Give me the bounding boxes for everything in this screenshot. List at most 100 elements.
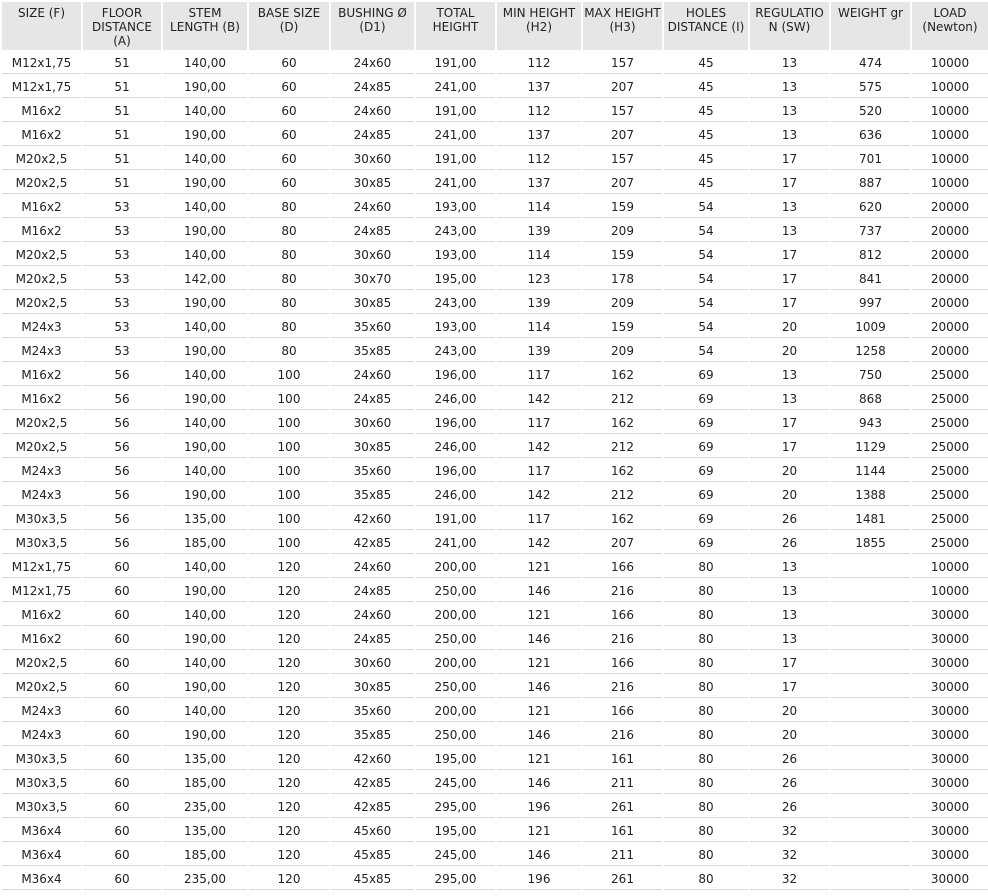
cell-stem-length: 135,00 (163, 508, 247, 530)
table-row: M30x3,5 60 235,00 120 42x85 295,00 196 261 80 26 3… (2, 796, 988, 818)
cell-base-size: 120 (249, 580, 329, 602)
cell-holes-distance: 69 (664, 388, 748, 410)
cell-weight: 868 (831, 388, 910, 410)
cell-load: 10000 (912, 556, 988, 578)
cell-min-height: 142 (497, 388, 581, 410)
cell-size: M20x2,5 (2, 148, 81, 170)
cell-load: 25000 (912, 388, 988, 410)
cell-bushing: 30x60 (331, 652, 414, 674)
cell-holes-distance: 54 (664, 268, 748, 290)
cell-floor-distance: 60 (83, 700, 161, 722)
cell-base-size: 120 (249, 604, 329, 626)
cell-weight: 1855 (831, 532, 910, 554)
cell-size: M24x3 (2, 700, 81, 722)
cell-load: 25000 (912, 412, 988, 434)
cell-min-height: 142 (497, 436, 581, 458)
cell-stem-length: 185,00 (163, 772, 247, 794)
cell-bushing: 35x60 (331, 700, 414, 722)
cell-max-height: 209 (583, 340, 662, 362)
cell-bushing: 42x60 (331, 508, 414, 530)
cell-total-height: 191,00 (416, 148, 495, 170)
cell-max-height: 209 (583, 292, 662, 314)
cell-total-height: 245,00 (416, 844, 495, 866)
cell-regulation: 32 (750, 820, 829, 842)
cell-total-height: 250,00 (416, 724, 495, 746)
cell-regulation: 17 (750, 436, 829, 458)
cell-weight (831, 604, 910, 626)
cell-weight (831, 628, 910, 650)
header-base-size: BASE SIZE (D) (249, 2, 329, 50)
cell-holes-distance: 80 (664, 580, 748, 602)
cell-load: 25000 (912, 532, 988, 554)
cell-floor-distance: 56 (83, 388, 161, 410)
table-row: M12x1,75 51 190,00 60 24x85 241,00 137 207 45 13 5… (2, 76, 988, 98)
cell-total-height: 196,00 (416, 364, 495, 386)
cell-stem-length: 140,00 (163, 700, 247, 722)
cell-regulation: 20 (750, 484, 829, 506)
cell-holes-distance: 69 (664, 412, 748, 434)
header-size: SIZE (F) (2, 2, 81, 50)
cell-load: 30000 (912, 676, 988, 698)
cell-max-height: 209 (583, 220, 662, 242)
cell-max-height: 157 (583, 100, 662, 122)
cell-base-size: 120 (249, 700, 329, 722)
cell-load: 20000 (912, 196, 988, 218)
cell-min-height: 139 (497, 220, 581, 242)
table-row: M24x3 56 140,00 100 35x60 196,00 117 162 69 20 114… (2, 460, 988, 482)
cell-load: 30000 (912, 796, 988, 818)
cell-max-height: 166 (583, 652, 662, 674)
cell-holes-distance: 54 (664, 316, 748, 338)
cell-stem-length: 190,00 (163, 220, 247, 242)
cell-size: M20x2,5 (2, 292, 81, 314)
cell-load: 10000 (912, 100, 988, 122)
table-row: M16x2 53 190,00 80 24x85 243,00 139 209 54 13 737 2… (2, 220, 988, 242)
cell-weight (831, 652, 910, 674)
cell-max-height: 212 (583, 388, 662, 410)
cell-floor-distance: 60 (83, 652, 161, 674)
table-row: M20x2,5 51 190,00 60 30x85 241,00 137 207 45 17 88… (2, 172, 988, 194)
cell-load: 30000 (912, 724, 988, 746)
cell-total-height: 191,00 (416, 508, 495, 530)
cell-min-height: 196 (497, 796, 581, 818)
cell-floor-distance: 60 (83, 844, 161, 866)
cell-floor-distance: 53 (83, 244, 161, 266)
cell-base-size: 100 (249, 364, 329, 386)
cell-stem-length: 190,00 (163, 676, 247, 698)
cell-total-height: 191,00 (416, 100, 495, 122)
cell-total-height: 241,00 (416, 124, 495, 146)
cell-size: M12x1,75 (2, 580, 81, 602)
cell-base-size: 120 (249, 868, 329, 890)
cell-stem-length: 190,00 (163, 388, 247, 410)
cell-max-height: 216 (583, 724, 662, 746)
cell-size: M20x2,5 (2, 268, 81, 290)
cell-holes-distance: 54 (664, 244, 748, 266)
cell-bushing: 42x85 (331, 532, 414, 554)
cell-min-height: 121 (497, 820, 581, 842)
cell-floor-distance: 60 (83, 796, 161, 818)
table-row: M20x2,5 60 140,00 120 30x60 200,00 121 166 80 17 3… (2, 652, 988, 674)
cell-regulation: 32 (750, 868, 829, 890)
header-load: LOAD (Newton) (912, 2, 988, 50)
cell-max-height: 207 (583, 532, 662, 554)
cell-bushing: 24x85 (331, 388, 414, 410)
cell-min-height: 121 (497, 556, 581, 578)
cell-load: 30000 (912, 772, 988, 794)
cell-total-height: 200,00 (416, 604, 495, 626)
cell-regulation: 13 (750, 628, 829, 650)
cell-floor-distance: 56 (83, 484, 161, 506)
cell-size: M16x2 (2, 388, 81, 410)
cell-max-height: 212 (583, 484, 662, 506)
cell-regulation: 26 (750, 772, 829, 794)
cell-regulation: 13 (750, 364, 829, 386)
cell-load: 30000 (912, 868, 988, 890)
cell-weight: 474 (831, 52, 910, 74)
cell-bushing: 35x60 (331, 316, 414, 338)
cell-max-height: 178 (583, 268, 662, 290)
cell-max-height: 166 (583, 556, 662, 578)
cell-base-size: 100 (249, 412, 329, 434)
cell-total-height: 246,00 (416, 436, 495, 458)
cell-holes-distance: 80 (664, 844, 748, 866)
cell-total-height: 200,00 (416, 652, 495, 674)
cell-bushing: 42x60 (331, 748, 414, 770)
cell-size: M36x4 (2, 820, 81, 842)
